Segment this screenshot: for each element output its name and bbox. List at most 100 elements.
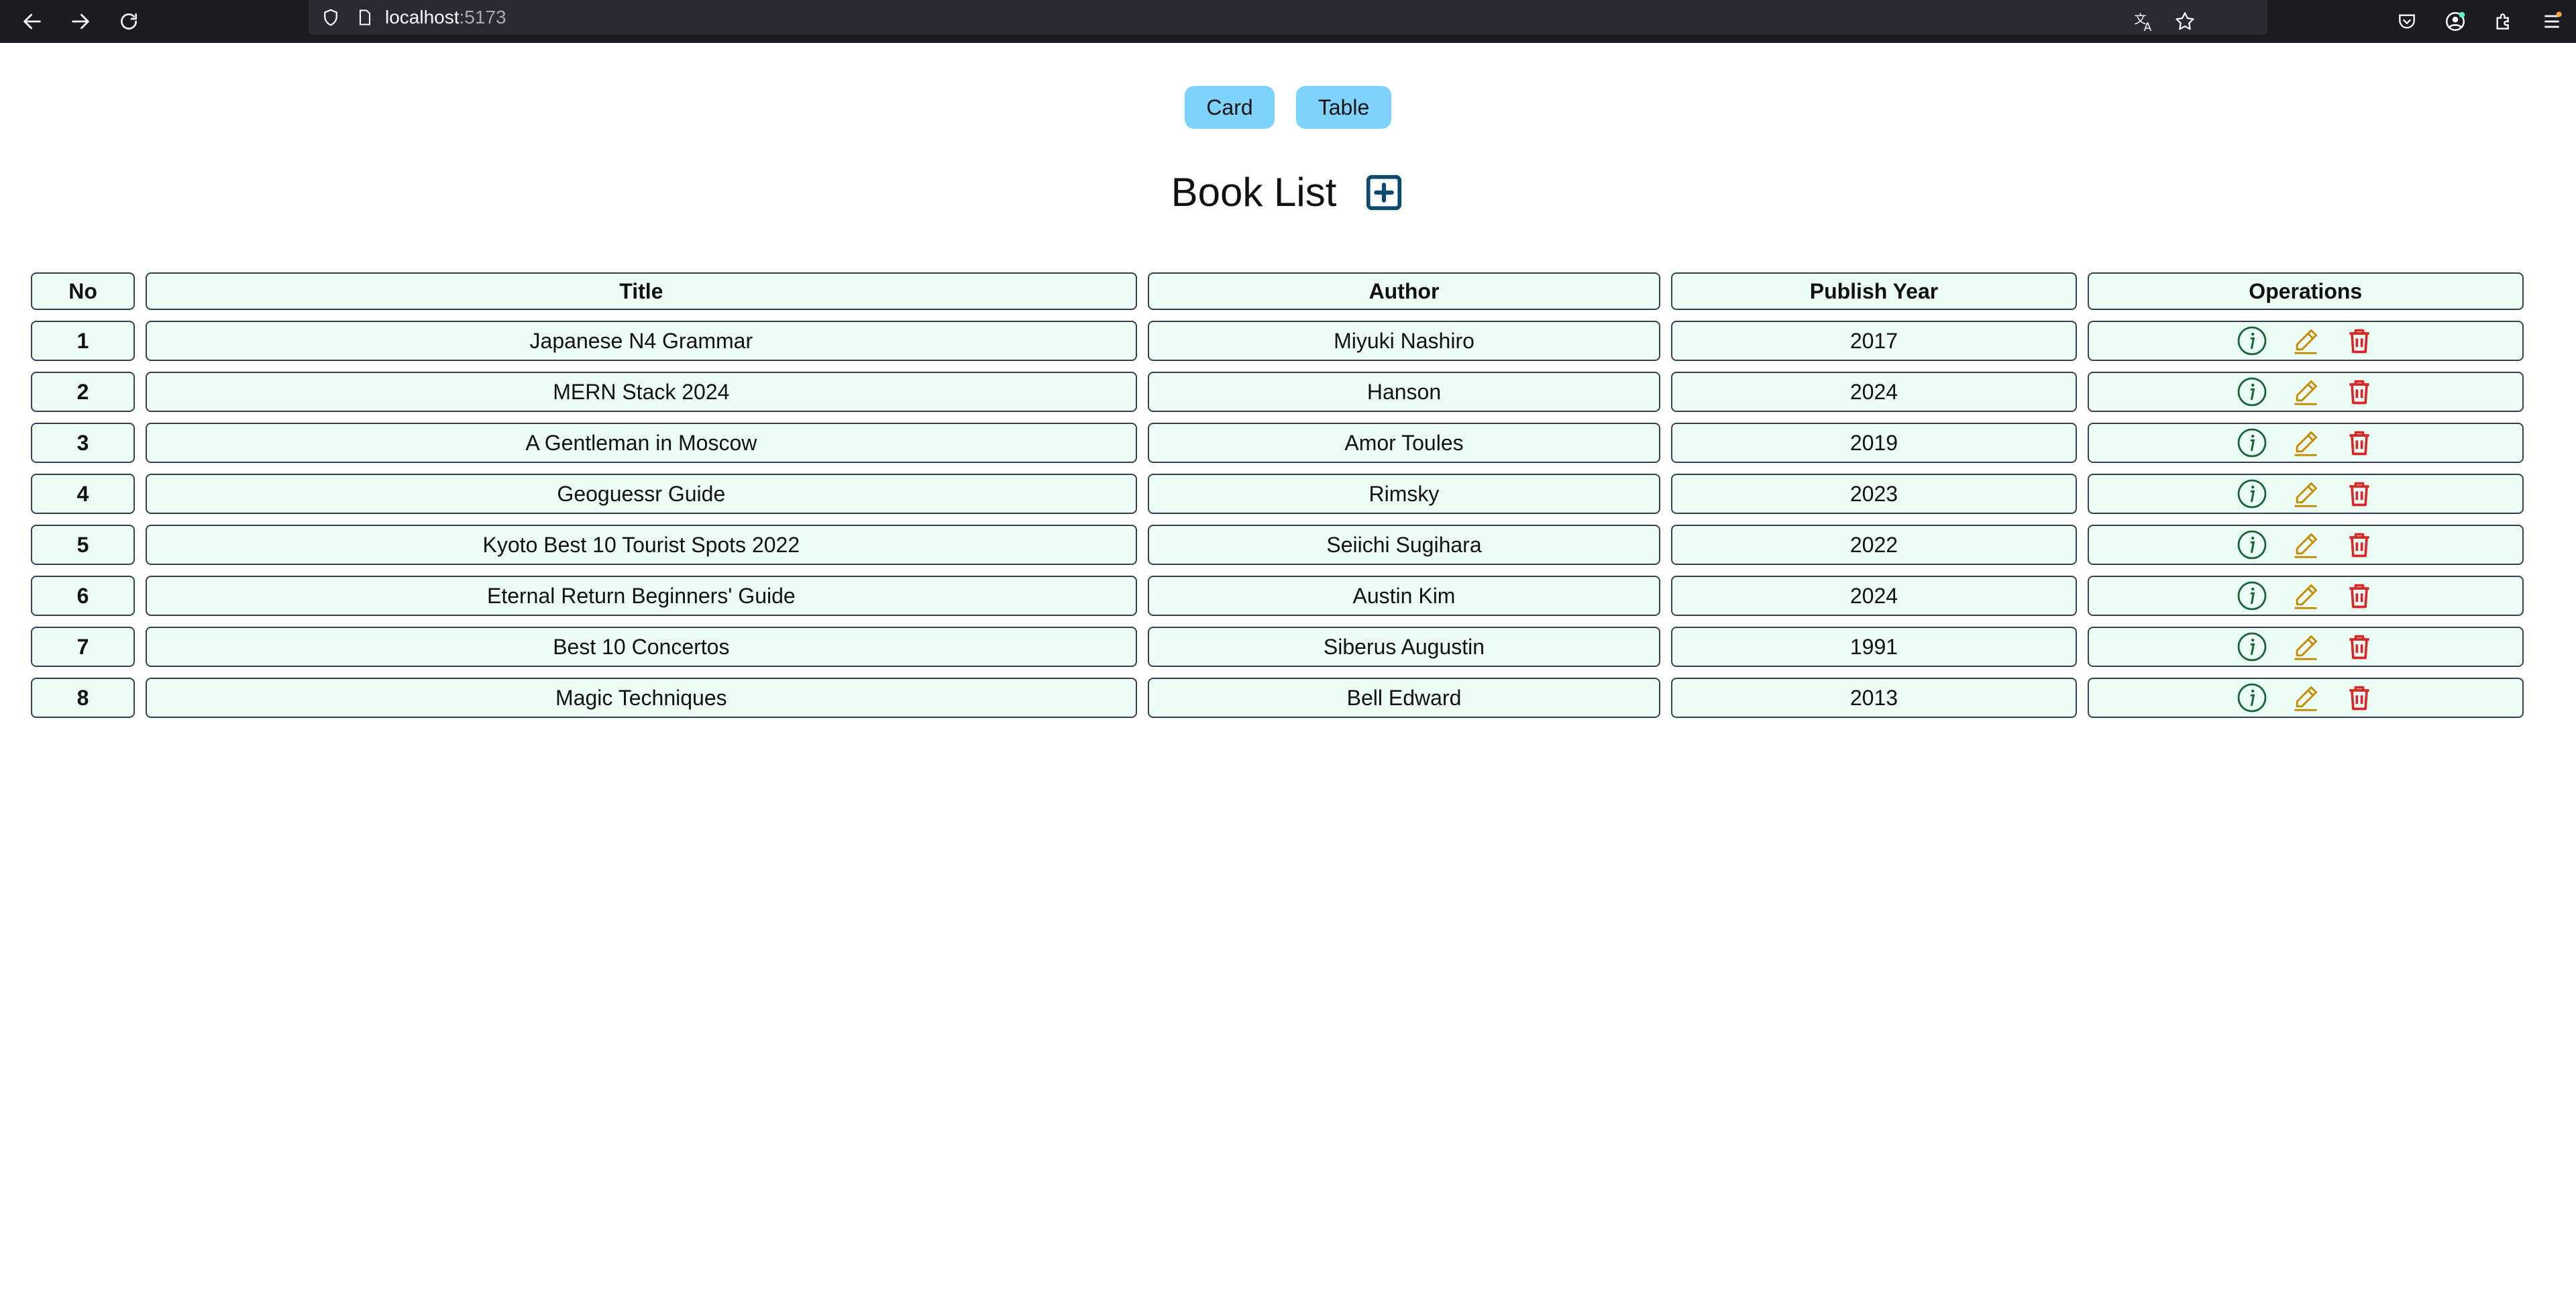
delete-button[interactable] (2343, 682, 2375, 714)
edit-button[interactable] (2290, 631, 2322, 663)
url-text[interactable]: localhost:5173 (385, 7, 506, 28)
info-button[interactable] (2236, 631, 2268, 663)
table-row: 2 MERN Stack 2024 Hanson 2024 (31, 372, 2524, 412)
delete-button[interactable] (2343, 325, 2375, 357)
plus-square-icon (1366, 174, 1402, 210)
account-button[interactable] (2431, 0, 2479, 43)
shield-icon[interactable] (321, 7, 341, 28)
trash-icon (2349, 635, 2369, 660)
cell-operations (2087, 525, 2524, 565)
info-button[interactable] (2236, 427, 2268, 459)
translate-icon[interactable]: 文A (2133, 10, 2156, 33)
delete-button[interactable] (2343, 478, 2375, 510)
pencil-icon (2294, 584, 2317, 609)
info-circle-icon (2237, 581, 2267, 611)
cell-author: Rimsky (1147, 474, 1661, 514)
info-button[interactable] (2236, 325, 2268, 357)
cell-operations (2087, 627, 2524, 667)
menu-button[interactable] (2528, 0, 2576, 43)
address-bar[interactable]: localhost:5173 (309, 0, 2267, 35)
cell-title: Eternal Return Beginners' Guide (146, 576, 1137, 616)
info-circle-icon (2237, 326, 2267, 356)
edit-button[interactable] (2290, 682, 2322, 714)
cell-no: 3 (31, 423, 136, 463)
page-icon (356, 8, 374, 27)
trash-icon (2349, 380, 2369, 405)
header-author: Author (1147, 272, 1661, 310)
pencil-icon (2294, 431, 2317, 456)
account-icon (2445, 11, 2465, 32)
cell-title: Geoguessr Guide (146, 474, 1137, 514)
edit-button[interactable] (2290, 325, 2322, 357)
pocket-button[interactable] (2383, 0, 2431, 43)
info-button[interactable] (2236, 682, 2268, 714)
reload-icon (121, 13, 137, 30)
info-button[interactable] (2236, 478, 2268, 510)
header-no: No (31, 272, 136, 310)
forward-button[interactable] (56, 0, 105, 43)
info-button[interactable] (2236, 376, 2268, 408)
extensions-button[interactable] (2479, 0, 2528, 43)
edit-button[interactable] (2290, 529, 2322, 561)
edit-button[interactable] (2290, 427, 2322, 459)
url-port: :5173 (459, 7, 506, 28)
edit-button[interactable] (2290, 478, 2322, 510)
cell-operations (2087, 321, 2524, 361)
table-row: 6 Eternal Return Beginners' Guide Austin… (31, 576, 2524, 616)
info-button[interactable] (2236, 580, 2268, 612)
cell-publish-year: 2024 (1671, 372, 2077, 412)
cell-publish-year: 2019 (1671, 423, 2077, 463)
page-header: Book List (0, 169, 2576, 215)
delete-button[interactable] (2343, 376, 2375, 408)
info-circle-icon (2237, 479, 2267, 509)
delete-button[interactable] (2343, 631, 2375, 663)
trash-icon (2349, 533, 2369, 558)
cell-no: 7 (31, 627, 136, 667)
info-button[interactable] (2236, 529, 2268, 561)
info-circle-icon (2237, 377, 2267, 407)
cell-author: Siberus Augustin (1147, 627, 1661, 667)
hamburger-menu-icon (2544, 11, 2562, 28)
cell-no: 8 (31, 678, 136, 718)
trash-icon (2349, 329, 2369, 354)
cell-publish-year: 2024 (1671, 576, 2077, 616)
add-book-button[interactable] (1363, 172, 1405, 213)
cell-no: 1 (31, 321, 136, 361)
cell-operations (2087, 474, 2524, 514)
edit-button[interactable] (2290, 376, 2322, 408)
header-publish-year: Publish Year (1671, 272, 2077, 310)
cell-author: Bell Edward (1147, 678, 1661, 718)
pencil-icon (2294, 329, 2317, 354)
bookmark-star-icon[interactable] (2174, 10, 2196, 33)
puzzle-icon (2496, 13, 2509, 30)
table-row: 1 Japanese N4 Grammar Miyuki Nashiro 201… (31, 321, 2524, 361)
arrow-left-icon (23, 13, 41, 30)
svg-text:A: A (2144, 21, 2152, 33)
edit-button[interactable] (2290, 580, 2322, 612)
cell-operations (2087, 372, 2524, 412)
delete-button[interactable] (2343, 427, 2375, 459)
cell-title: Japanese N4 Grammar (146, 321, 1137, 361)
pencil-icon (2294, 686, 2317, 711)
cell-title: A Gentleman in Moscow (146, 423, 1137, 463)
delete-button[interactable] (2343, 580, 2375, 612)
browser-toolbar: localhost:5173 文A (0, 0, 2576, 43)
back-button[interactable] (8, 0, 56, 43)
info-circle-icon (2237, 683, 2267, 713)
delete-button[interactable] (2343, 529, 2375, 561)
table-row: 4 Geoguessr Guide Rimsky 2023 (31, 474, 2524, 514)
reload-button[interactable] (105, 0, 153, 43)
cell-publish-year: 2017 (1671, 321, 2077, 361)
table-row: 5 Kyoto Best 10 Tourist Spots 2022 Seiic… (31, 525, 2524, 565)
pencil-icon (2294, 380, 2317, 405)
book-table: No Title Author Publish Year Operations … (20, 262, 2534, 729)
card-view-button[interactable]: Card (1185, 86, 1275, 129)
cell-author: Amor Toules (1147, 423, 1661, 463)
pencil-icon (2294, 533, 2317, 558)
cell-author: Austin Kim (1147, 576, 1661, 616)
cell-publish-year: 2013 (1671, 678, 2077, 718)
cell-operations (2087, 678, 2524, 718)
arrow-right-icon (72, 13, 89, 30)
cell-publish-year: 2023 (1671, 474, 2077, 514)
table-view-button[interactable]: Table (1296, 86, 1391, 129)
